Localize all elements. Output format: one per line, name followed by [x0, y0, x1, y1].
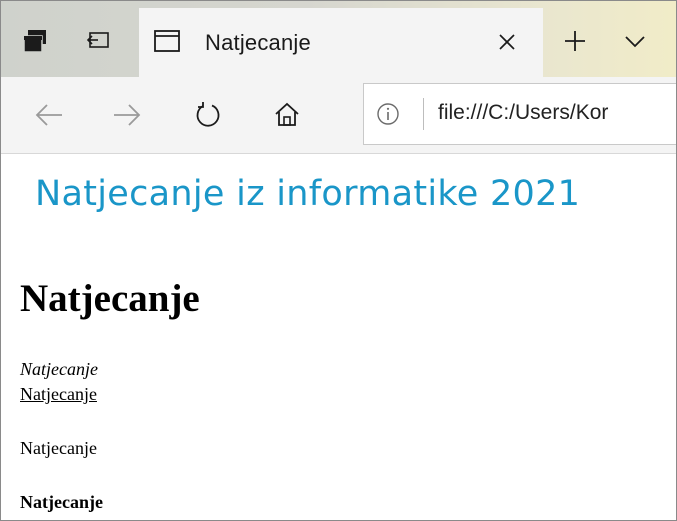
bold-text: Natjecanje	[20, 492, 103, 512]
page-heading: Natjecanje	[20, 277, 200, 320]
navigation-toolbar: file:///C:/Users/Kor	[1, 77, 676, 154]
forward-arrow-icon	[114, 104, 141, 126]
home-button[interactable]	[263, 91, 311, 139]
info-icon[interactable]	[376, 102, 400, 126]
forward-button[interactable]	[103, 91, 151, 139]
new-tab-button[interactable]	[557, 21, 593, 61]
plus-icon	[565, 31, 585, 51]
tab-strip: Natjecanje	[1, 1, 676, 77]
browser-window: Natjecanje file:///C:/Users/Kor Natjecan…	[0, 0, 677, 521]
set-aside-tabs-button[interactable]	[80, 21, 116, 61]
address-bar[interactable]: file:///C:/Users/Kor	[363, 83, 676, 145]
refresh-icon	[196, 102, 220, 127]
italic-text: Natjecanje	[20, 359, 98, 379]
home-icon	[275, 102, 299, 126]
refresh-button[interactable]	[184, 91, 232, 139]
page-content: Natjecanje iz informatike 2021 Natjecanj…	[1, 154, 676, 520]
page-banner: Natjecanje iz informatike 2021	[35, 174, 581, 214]
close-icon	[499, 34, 515, 50]
tab-list-button[interactable]	[617, 21, 653, 61]
plain-text: Natjecanje	[20, 438, 97, 458]
close-tab-button[interactable]	[489, 24, 525, 60]
address-separator	[423, 98, 424, 130]
underlined-text: Natjecanje	[20, 384, 97, 404]
back-button[interactable]	[25, 91, 73, 139]
tab-actions-button[interactable]	[17, 21, 53, 61]
back-arrow-icon	[35, 104, 62, 126]
browser-tab[interactable]: Natjecanje	[139, 8, 543, 77]
set-aside-tabs-icon	[86, 32, 109, 48]
url-text[interactable]: file:///C:/Users/Kor	[438, 101, 608, 125]
tab-actions-icon	[23, 30, 46, 53]
tab-title: Natjecanje	[205, 30, 311, 55]
page-icon	[154, 30, 180, 52]
chevron-down-icon	[625, 36, 645, 48]
